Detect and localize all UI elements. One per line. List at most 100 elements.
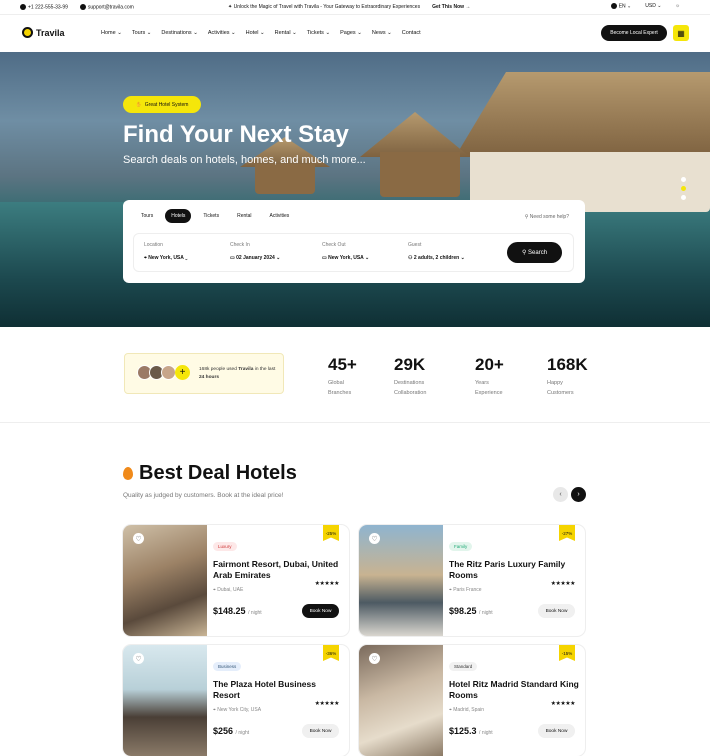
prev-arrow-icon[interactable]: ‹ [553,487,568,502]
calendar-icon: ▭ [230,255,235,261]
hero-badge: ✋ Great Hotel System [123,96,201,113]
nav-item-tickets[interactable]: Tickets ⌄ [307,30,330,36]
hut-body-3 [255,164,315,194]
tab-tickets[interactable]: Tickets [197,209,225,223]
tab-rental[interactable]: Rental [231,209,257,223]
stat-number: 20+ [475,355,504,374]
book-now-button[interactable]: Book Now [302,604,339,618]
nav-item-activities[interactable]: Activities ⌄ [208,30,236,36]
chevron-down-icon: ⌄ [276,255,281,261]
stat-years: 20+ Years Experience [475,355,504,396]
people-used-text: 168k people used Travila in the last 24 … [199,367,276,380]
hotel-price: $256 / night [213,726,250,736]
slider-dot-2[interactable] [681,186,686,191]
phone-text: +1 222-555-33-99 [28,4,68,11]
slider-dot-3[interactable] [681,195,686,200]
tab-tours[interactable]: Tours [135,209,159,223]
hotel-location: ⌖ Madrid, Spain [449,707,485,713]
hut-body-2 [380,152,460,197]
check-in-label: Check In [230,242,250,248]
calendar-icon: ▭ [322,255,327,261]
hotel-card[interactable]: ♡ -25% Luxury Fairmont Resort, Dubai, Un… [123,525,349,636]
hero-subtitle: Search deals on hotels, homes, and much … [123,154,366,166]
check-out-label: Check Out [322,242,346,248]
become-expert-button[interactable]: Become Local Expert [601,25,667,41]
nav-item-tours[interactable]: Tours ⌄ [132,30,152,36]
stat-number: 168K [547,355,588,374]
grid-menu-icon[interactable]: ▦ [673,25,689,41]
search-tabs: Tours Hotels Tickets Rental Activities [135,209,295,223]
hotel-location: ⌖ Dubai, UAE [213,587,244,593]
nav-item-rental[interactable]: Rental ⌄ [275,30,297,36]
category-tag: Business [213,662,242,671]
nav-item-contact[interactable]: Contact [402,30,421,36]
heart-icon[interactable]: ♡ [369,533,380,544]
hotel-card[interactable]: ♡ -27% Family The Ritz Paris Luxury Fami… [359,525,585,636]
main-navigation: Travila Home ⌄ Tours ⌄ Destinations ⌄ Ac… [0,18,710,48]
nav-item-destinations[interactable]: Destinations ⌄ [161,30,197,36]
nav-item-home[interactable]: Home ⌄ [101,30,122,36]
currency-select[interactable]: USD ⌄ [645,3,661,9]
phone-contact[interactable]: +1 222-555-33-99 [20,4,68,10]
stat-number: 45+ [328,355,357,374]
heart-icon[interactable]: ♡ [133,533,144,544]
stat-destinations: 29K Destinations Collaboration [394,355,427,396]
slider-dot-1[interactable] [681,177,686,182]
tab-hotels[interactable]: Hotels [165,209,192,223]
chevron-down-icon: ⌄ [185,255,188,261]
pin-icon: ⌖ [144,255,147,261]
hero-banner [0,52,710,327]
email-contact[interactable]: support@travila.com [79,4,134,10]
check-in-value: 02 January 2024 [236,255,275,261]
section-subtitle: Quality as judged by customers. Book at … [123,492,284,499]
search-panel: Tours Hotels Tickets Rental Activities ⚲… [123,200,585,283]
hotel-name[interactable]: Fairmont Resort, Dubai, United Arab Emir… [213,559,343,581]
next-arrow-icon[interactable]: › [571,487,586,502]
search-fields: Location ⌖ New York, USA ⌄ Check In ▭ 02… [133,233,574,272]
top-bar: +1 222-555-33-99 support@travila.com ✦ U… [0,0,710,15]
category-tag: Standard [449,662,478,671]
rating-stars: ★★★★★ [314,701,340,707]
hotel-card[interactable]: ♡ -36% Business The Plaza Hotel Business… [123,645,349,756]
hotel-name[interactable]: The Ritz Paris Luxury Family Rooms [449,559,579,581]
theme-toggle-icon[interactable]: ☼ [675,3,680,9]
rating-stars: ★★★★★ [314,581,340,587]
people-used-card: + 168k people used Travila in the last 2… [124,353,284,394]
hotel-card[interactable]: ♡ -15% Standard Hotel Ritz Madrid Standa… [359,645,585,756]
promo-link[interactable]: Get This Now → [432,4,470,10]
category-tag: Family [449,542,473,551]
check-out-field[interactable]: Check Out ▭ New York, USA ⌄ [322,242,369,261]
nav-item-news[interactable]: News ⌄ [372,30,392,36]
user-icon: ⚇ [408,255,413,261]
heart-icon[interactable]: ♡ [133,653,144,664]
hotel-name[interactable]: The Plaza Hotel Business Resort [213,679,343,701]
guest-field[interactable]: Guest ⚇ 2 adults, 2 children ⌄ [408,242,465,261]
brand-logo[interactable]: Travila [22,27,65,38]
book-now-button[interactable]: Book Now [538,604,575,618]
guest-label: Guest [408,242,422,248]
avatar [161,365,176,380]
nav-item-hotel[interactable]: Hotel ⌄ [246,30,265,36]
book-now-button[interactable]: Book Now [302,724,339,738]
help-link[interactable]: ⚲ Need some help? [525,214,569,220]
tab-activities[interactable]: Activities [264,209,296,223]
nav-item-pages[interactable]: Pages ⌄ [340,30,362,36]
search-button[interactable]: ⚲ Search [507,242,562,263]
logo-icon [22,27,33,38]
heart-icon[interactable]: ♡ [369,653,380,664]
language-select[interactable]: EN ⌄ [610,3,631,9]
phone-icon [20,4,26,10]
stats-section: + 168k people used Travila in the last 2… [0,328,710,423]
book-now-button[interactable]: Book Now [538,724,575,738]
nav-menu: Home ⌄ Tours ⌄ Destinations ⌄ Activities… [101,30,421,36]
chevron-down-icon: ⌄ [365,255,370,261]
brand-name: Travila [36,27,65,38]
stat-branches: 45+ Global Branches [328,355,357,396]
promo-text: ✦ Unlock the Magic of Travel with Travil… [228,4,421,10]
rating-stars: ★★★★★ [550,701,576,707]
check-in-field[interactable]: Check In ▭ 02 January 2024 ⌄ [230,242,280,261]
location-field[interactable]: Location ⌖ New York, USA ⌄ [144,242,187,261]
hotel-name[interactable]: Hotel Ritz Madrid Standard King Rooms [449,679,579,701]
chevron-down-icon: ⌄ [460,255,465,261]
hotel-price: $125.3 / night [449,726,493,736]
